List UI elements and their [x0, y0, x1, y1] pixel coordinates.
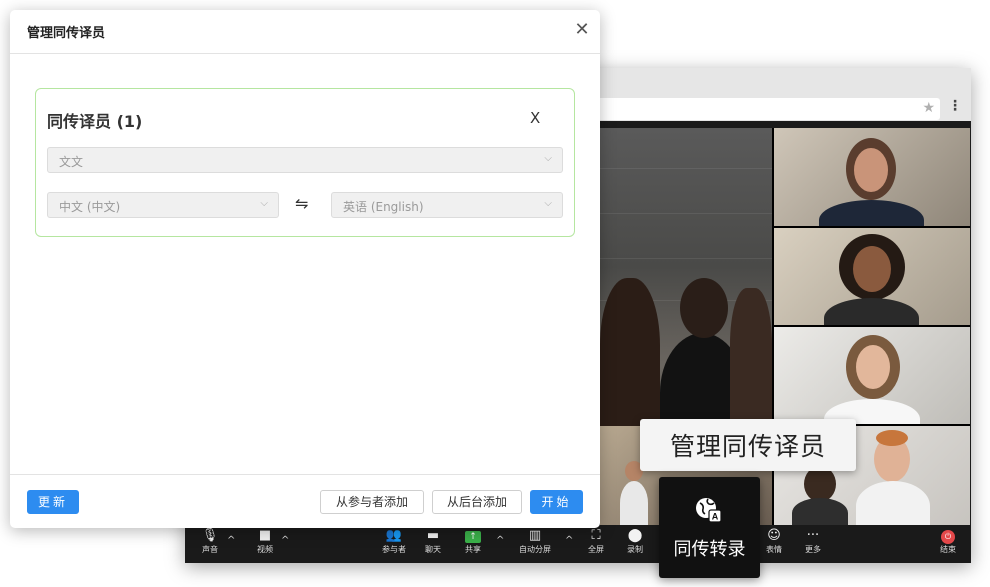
- interpretation-button[interactable]: A 同传转录: [659, 477, 760, 578]
- swap-languages-icon[interactable]: ⇋: [295, 194, 308, 213]
- toolbar-label: 共享: [465, 545, 481, 554]
- toolbar-label: 更多: [805, 545, 821, 554]
- toolbar-chat-button[interactable]: ▬ 聊天: [413, 528, 453, 556]
- video-tile-participant[interactable]: [774, 228, 970, 325]
- layout-options-caret-icon[interactable]: ^: [565, 535, 573, 546]
- toolbar-label: 表情: [766, 545, 782, 554]
- chevron-down-icon: ⌵: [260, 198, 268, 209]
- interpreter-select[interactable]: 文文 ⌵: [47, 147, 563, 173]
- toolbar-split-screen-button[interactable]: ▥ 自动分屏: [515, 528, 555, 556]
- browser-menu-icon[interactable]: ⋮: [948, 98, 962, 114]
- share-options-caret-icon[interactable]: ^: [496, 535, 504, 546]
- microphone-icon: 🎙: [201, 528, 219, 543]
- video-options-caret-icon[interactable]: ^: [281, 535, 289, 546]
- split-screen-icon: ▥: [528, 528, 542, 543]
- video-camera-icon: ■: [258, 528, 272, 543]
- source-language-select[interactable]: 中文 (中文) ⌵: [47, 192, 279, 218]
- target-language-value: 英语 (English): [343, 200, 424, 214]
- toolbar-label: 视频: [257, 545, 273, 554]
- manage-interpreters-dialog: 管理同传译员 ✕ 同传译员 (1) X 文文 ⌵ 中文 (中文) ⌵ ⇋ 英语 …: [10, 10, 600, 528]
- emoji-icon: ☺: [767, 528, 781, 543]
- toolbar-label: 录制: [627, 545, 643, 554]
- meeting-toolbar: 🎙 声音 ^ ■ 视频 ^ 👥 参与者 ▬ 聊天 ↑ 共享 ^ ▥ 自动分屏 ^…: [185, 525, 971, 563]
- remove-interpreter-button[interactable]: X: [530, 109, 540, 127]
- record-icon: ⬤: [627, 528, 643, 543]
- toolbar-participants-button[interactable]: 👥 参与者: [374, 528, 414, 556]
- share-screen-icon: ↑: [453, 528, 493, 544]
- close-icon[interactable]: ✕: [572, 20, 592, 40]
- toolbar-emoji-button[interactable]: ☺ 表情: [754, 528, 794, 556]
- interpretation-label: 同传转录: [673, 539, 746, 560]
- start-button[interactable]: 开始: [530, 490, 583, 514]
- add-from-backend-button[interactable]: 从后台添加: [432, 490, 522, 514]
- source-language-value: 中文 (中文): [59, 200, 121, 214]
- interpreter-card: 同传译员 (1) X 文文 ⌵ 中文 (中文) ⌵ ⇋ 英语 (English)…: [35, 88, 575, 237]
- toolbar-fullscreen-button[interactable]: ⛶ 全屏: [576, 528, 616, 556]
- manage-interpreters-callout: 管理同传译员: [640, 419, 856, 471]
- audio-options-caret-icon[interactable]: ^: [227, 535, 235, 546]
- toolbar-label: 自动分屏: [519, 545, 551, 554]
- dialog-title: 管理同传译员: [27, 26, 106, 41]
- dialog-header: 管理同传译员 ✕: [10, 10, 600, 54]
- toolbar-share-button[interactable]: ↑ 共享: [453, 528, 493, 556]
- address-bar[interactable]: ★: [590, 98, 940, 120]
- toolbar-more-button[interactable]: ··· 更多: [793, 528, 833, 556]
- chat-icon: ▬: [426, 528, 440, 543]
- video-tile-participant[interactable]: [774, 327, 970, 424]
- add-from-participants-button[interactable]: 从参与者添加: [320, 490, 424, 514]
- end-meeting-icon: ⏻: [928, 528, 968, 544]
- toolbar-label: 结束: [940, 545, 956, 554]
- chevron-down-icon: ⌵: [544, 198, 552, 209]
- participants-icon: 👥: [385, 528, 403, 543]
- toolbar-record-button[interactable]: ⬤ 录制: [615, 528, 655, 556]
- toolbar-label: 参与者: [382, 545, 406, 554]
- toolbar-video-button[interactable]: ■ 视频: [245, 528, 285, 556]
- toolbar-label: 声音: [202, 545, 218, 554]
- more-icon: ···: [806, 528, 820, 543]
- toolbar-label: 全屏: [588, 545, 604, 554]
- interpreter-select-value: 文文: [59, 155, 84, 169]
- target-language-select[interactable]: 英语 (English) ⌵: [331, 192, 563, 218]
- toolbar-end-meeting-button[interactable]: ⏻ 结束: [928, 528, 968, 556]
- toolbar-label: 聊天: [425, 545, 441, 554]
- interpreter-card-title: 同传译员 (1): [47, 112, 143, 131]
- video-tile-participant[interactable]: [774, 128, 970, 226]
- bookmark-star-icon[interactable]: ★: [922, 100, 935, 116]
- fullscreen-icon: ⛶: [591, 528, 601, 543]
- toolbar-audio-button[interactable]: 🎙 声音: [190, 528, 230, 556]
- svg-text:A: A: [712, 512, 719, 522]
- chevron-down-icon: ⌵: [544, 153, 552, 164]
- update-button[interactable]: 更新: [27, 490, 79, 514]
- globe-translate-icon: A: [696, 498, 722, 523]
- dialog-footer: 更新 从参与者添加 从后台添加 开始: [10, 474, 600, 528]
